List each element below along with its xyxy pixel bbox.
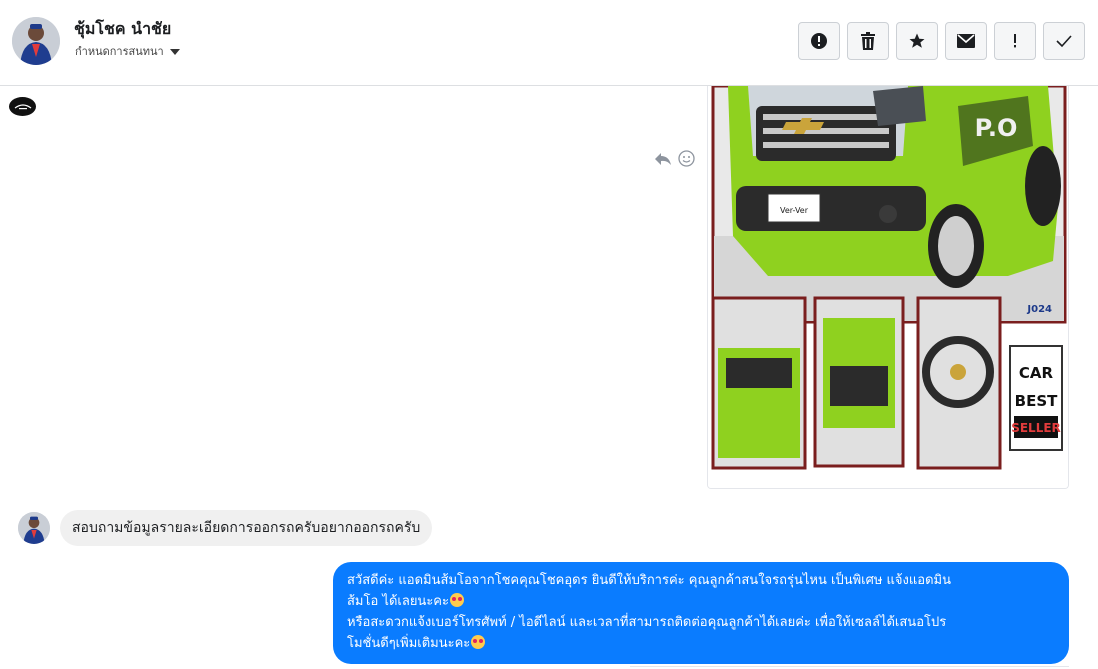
incoming-message-bubble[interactable]: สอบถามข้อมูลรายละเอียดการออกรถครับอยากออ… bbox=[60, 510, 433, 546]
license-plate: Ver-Ver bbox=[780, 206, 809, 215]
delete-button[interactable] bbox=[847, 22, 889, 60]
outgoing-line-4: โมชั่นดีๆเพิ่มเติมนะคะ bbox=[347, 636, 471, 651]
envelope-icon bbox=[957, 34, 975, 48]
image-watermark: J024 bbox=[1026, 304, 1052, 315]
mark-spam-button[interactable] bbox=[798, 22, 840, 60]
trash-icon bbox=[861, 32, 875, 50]
car-advert-image: Ver-Ver P.O J024 CAR BEST SELLER bbox=[708, 86, 1068, 488]
heart-eyes-emoji-icon bbox=[449, 593, 464, 607]
caret-down-icon bbox=[169, 48, 180, 55]
contact-name[interactable]: ชุ้มโชค นำชัย bbox=[74, 17, 171, 42]
badge-line-3: SELLER bbox=[1011, 421, 1061, 435]
smiley-reaction-icon[interactable] bbox=[678, 150, 695, 167]
conversation-status-label: กำหนดการสนทนา bbox=[75, 45, 164, 58]
outgoing-line-3: หรือสะดวกแจ้งเบอร์โทรศัพท์ / ไอดีไลน์ แล… bbox=[347, 615, 947, 630]
incoming-message-row: สอบถามข้อมูลรายละเอียดการออกรถครับอยากออ… bbox=[18, 510, 433, 546]
star-icon bbox=[909, 33, 925, 48]
badge-line-1: CAR bbox=[1019, 364, 1054, 382]
page-logo-avatar bbox=[9, 97, 36, 116]
star-button[interactable] bbox=[896, 22, 938, 60]
outgoing-line-1: สวัสดีค่ะ แอดมินส้มโอจากโชคคุณโชคอุดร ยิ… bbox=[347, 573, 951, 588]
vehicle-decal: P.O bbox=[975, 114, 1018, 142]
conversation-actions bbox=[798, 22, 1085, 60]
important-button[interactable] bbox=[994, 22, 1036, 60]
sender-avatar[interactable] bbox=[18, 512, 50, 544]
conversation-status-dropdown[interactable]: กำหนดการสนทนา bbox=[75, 42, 180, 60]
contact-avatar[interactable] bbox=[12, 17, 60, 65]
heart-eyes-emoji-icon bbox=[471, 635, 486, 649]
outgoing-line-2-wrap: ส้มโอ ได้เลยนะคะ bbox=[347, 591, 1055, 612]
reply-icon[interactable] bbox=[654, 151, 672, 167]
outgoing-line-2: ส้มโอ ได้เลยนะคะ bbox=[347, 594, 449, 609]
outgoing-line-4-wrap: โมชั่นดีๆเพิ่มเติมนะคะ bbox=[347, 633, 1055, 654]
outgoing-message-bubble[interactable]: สวัสดีค่ะ แอดมินส้มโอจากโชคคุณโชคอุดร ยิ… bbox=[333, 562, 1069, 664]
mark-unread-button[interactable] bbox=[945, 22, 987, 60]
alert-circle-icon bbox=[811, 33, 827, 49]
checkmark-icon bbox=[1056, 35, 1072, 48]
conversation-header: ชุ้มโชค นำชัย กำหนดการสนทนา bbox=[0, 0, 1098, 86]
message-hover-tools bbox=[654, 150, 695, 167]
divider bbox=[630, 666, 1069, 667]
exclamation-icon bbox=[1014, 34, 1016, 48]
mark-done-button[interactable] bbox=[1043, 22, 1085, 60]
badge-line-2: BEST bbox=[1015, 392, 1058, 410]
image-attachment[interactable]: Ver-Ver P.O J024 CAR BEST SELLER bbox=[707, 86, 1069, 489]
